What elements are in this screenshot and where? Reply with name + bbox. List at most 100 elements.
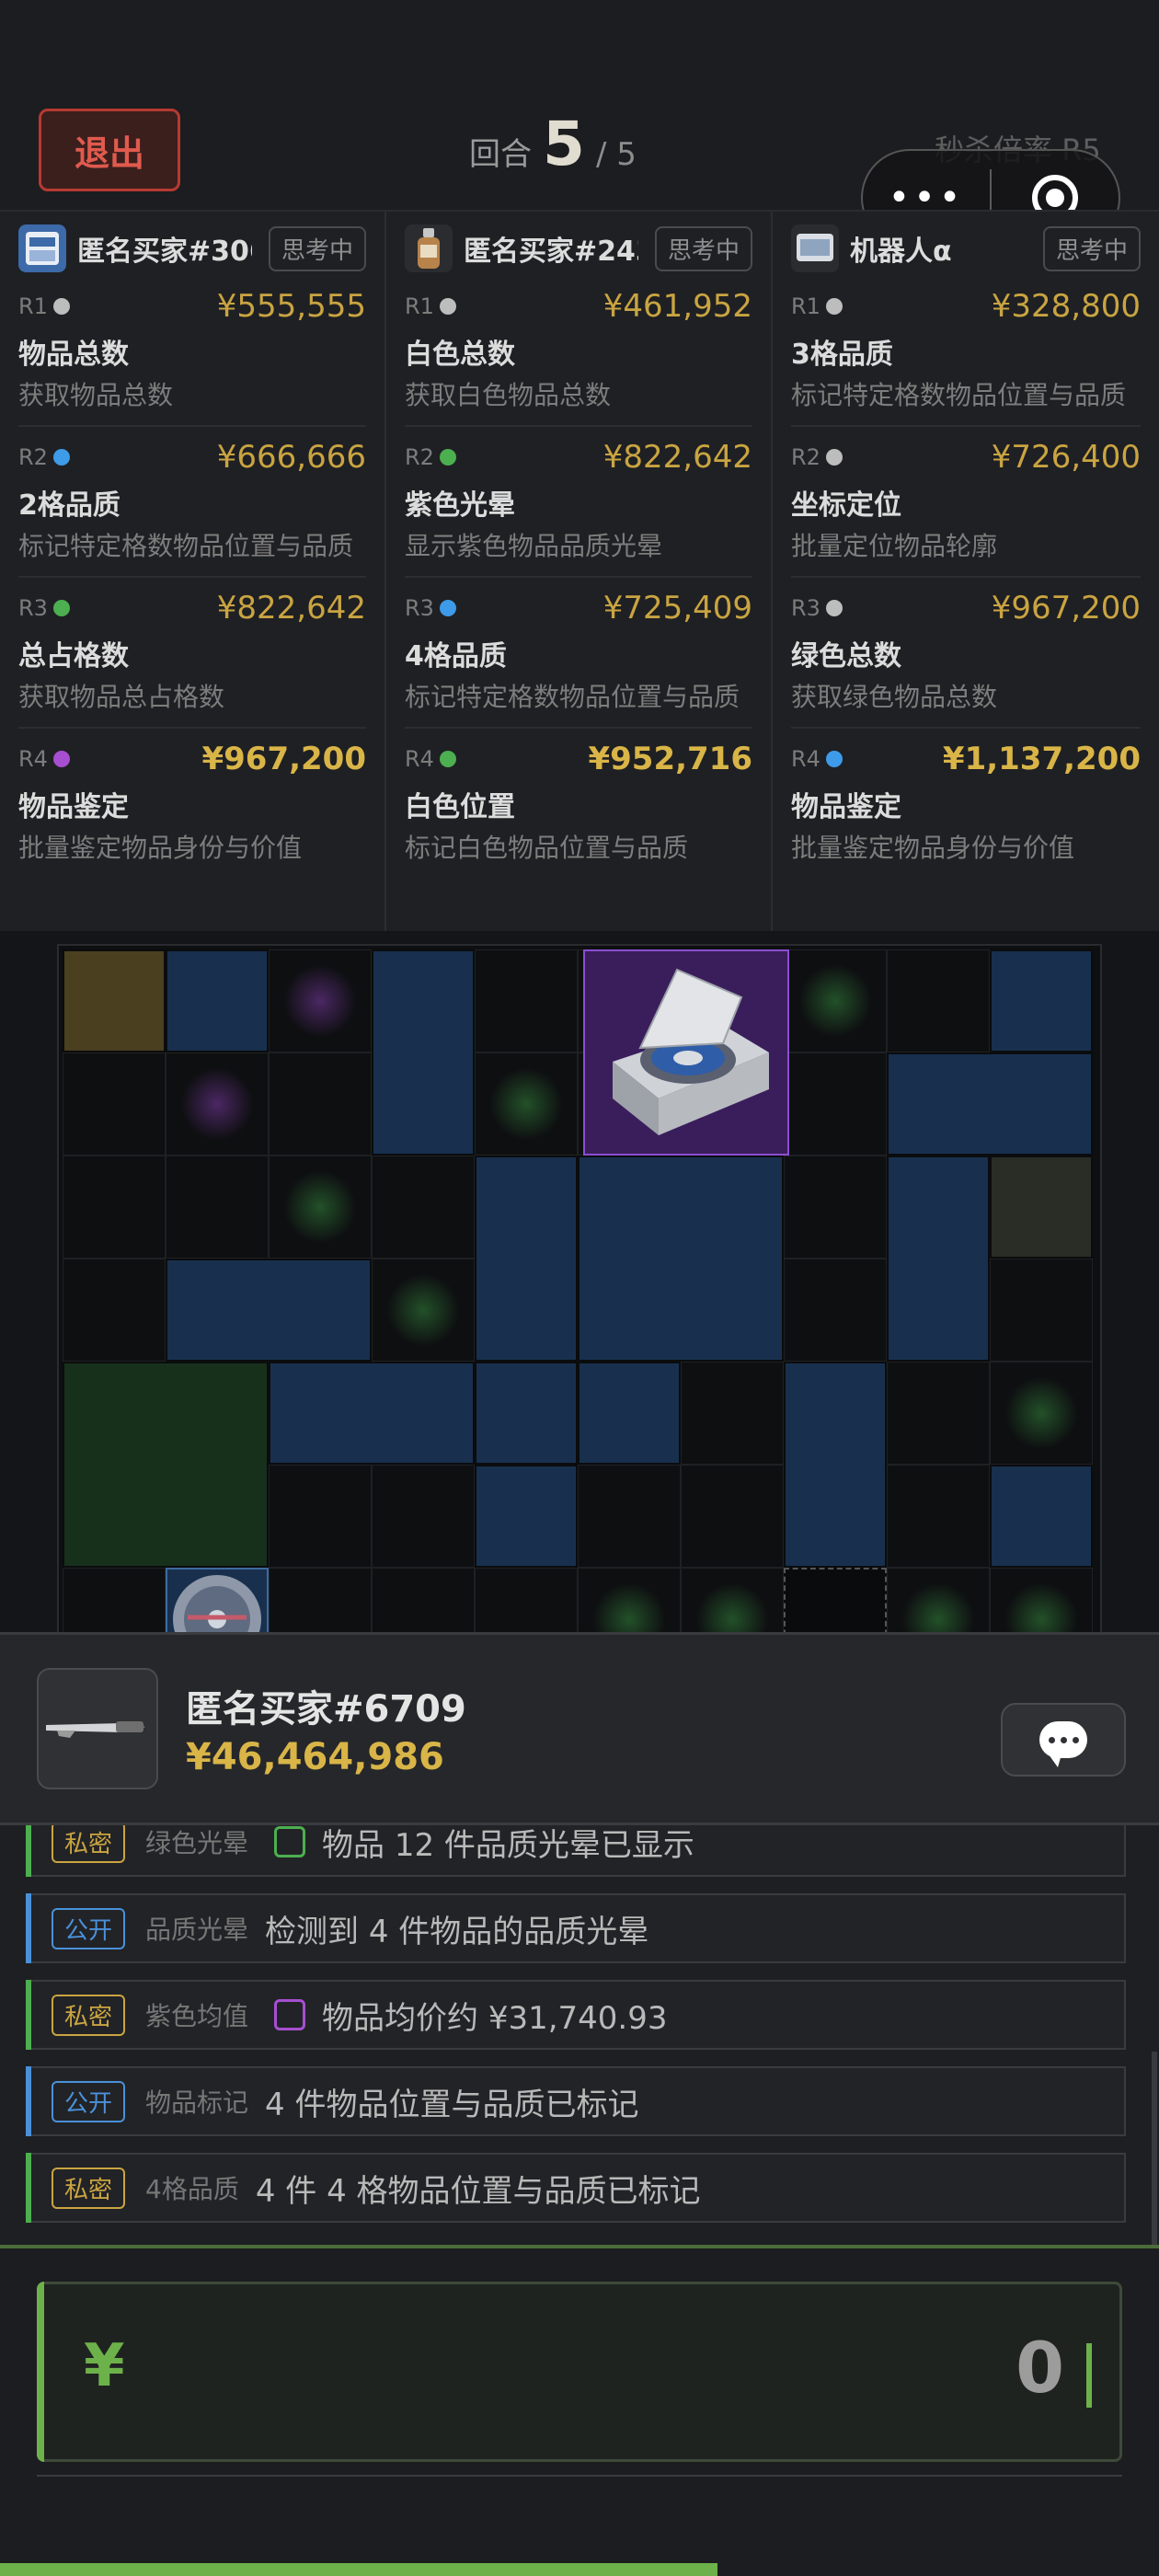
grid-cell[interactable] [63,1156,166,1259]
log-entry-bar [26,2153,31,2223]
grid-item-blue[interactable] [578,1362,681,1465]
clue-item[interactable]: R2 ¥822,642 紫色光晕 显示紫色物品品质光晕 [405,427,752,578]
clue-title: 2格品质 [18,489,120,522]
log-type: 绿色光晕 [145,1828,249,1858]
storage-grid[interactable] [57,944,1102,1632]
grid-cell[interactable] [63,1568,166,1632]
grid-item-blue[interactable] [372,949,475,1156]
log-text: 物品 12 件品质光晕已显示 [322,1826,694,1864]
grid-item-blue[interactable] [475,1156,578,1362]
clue-item[interactable]: R3 ¥822,642 总占格数 获取物品总占格数 [18,578,366,729]
grid-item-empty-dashed[interactable] [784,1568,887,1632]
buyer-avatar-icon [18,224,66,272]
log-type: 物品标记 [145,2087,249,2118]
clue-rank: R4 [791,746,820,772]
player-avatar [37,1668,158,1789]
grid-item-blue[interactable] [475,1362,578,1465]
clue-rank: R4 [405,746,434,772]
grid-cell[interactable] [784,1259,887,1362]
clue-item[interactable]: R1 ¥328,800 3格品质 标记特定格数物品位置与品质 [791,276,1141,427]
log-scrollbar[interactable] [1152,2052,1157,2245]
grid-cell[interactable] [887,1465,990,1568]
clue-desc: 标记特定格数物品位置与品质 [18,531,354,561]
clue-desc: 获取绿色物品总数 [791,682,998,712]
grid-item-blue[interactable] [166,1259,372,1362]
grid-item-blue[interactable] [887,1052,1093,1156]
grid-cell[interactable] [990,1259,1093,1362]
grid-cell[interactable] [681,1465,784,1568]
grid-cell[interactable] [887,949,990,1052]
log-entry-bar [26,1893,31,1963]
disc-item-icon[interactable] [169,1571,265,1632]
clue-item[interactable]: R3 ¥725,409 4格品质 标记特定格数物品位置与品质 [405,578,752,729]
text-caret [1086,2343,1092,2408]
clue-desc: 获取物品总数 [18,380,174,410]
grid-item-blue[interactable] [269,1362,475,1465]
clue-title: 物品鉴定 [18,791,129,823]
log-text: 物品均价约 ¥31,740.93 [322,1999,668,2037]
clue-item[interactable]: R1 ¥555,555 物品总数 获取物品总数 [18,276,366,427]
clue-dot [53,449,70,466]
clue-title: 3格品质 [791,339,893,371]
grid-cell[interactable] [475,949,578,1052]
event-log[interactable]: 私密 绿色光晕 物品 12 件品质光晕已显示 公开 品质光晕 检测到 4 件物品… [0,1825,1159,2245]
clue-title: 白色总数 [405,339,515,371]
grid-item-olive[interactable] [990,1156,1093,1259]
top-bar: 退出 回合 5 / 5 秒杀倍率 R5 ••• [0,0,1159,247]
buyer-columns: 匿名买家#306 思考中 R1 ¥555,555 物品总数 获取物品总数 R2 ¥6… [0,210,1159,933]
grid-cell[interactable] [372,1156,475,1259]
log-tag: 私密 [52,1825,126,1863]
clue-price: ¥822,642 [216,590,366,627]
grid-cell[interactable] [269,1465,372,1568]
grid-cell[interactable] [63,1052,166,1156]
green-glow [386,1273,460,1347]
clue-item[interactable]: R4 ¥1,137,200 物品鉴定 批量鉴定物品身份与价值 [791,729,1141,878]
grid-item-blue[interactable] [475,1465,578,1568]
grid-cell[interactable] [269,1568,372,1632]
grid-item-green[interactable] [63,1362,269,1568]
grid-cell[interactable] [578,1465,681,1568]
grid-item-gold[interactable] [63,949,166,1052]
clue-desc: 获取白色物品总数 [405,380,612,410]
grid-cell[interactable] [269,1052,372,1156]
clue-rank: R3 [791,595,820,621]
log-tag: 私密 [52,1994,126,2036]
clue-desc: 批量鉴定物品身份与价值 [791,833,1075,863]
grid-cell[interactable] [372,1465,475,1568]
grid-cell[interactable] [166,1156,269,1259]
clue-item[interactable]: R3 ¥967,200 绿色总数 获取绿色物品总数 [791,578,1141,729]
grid-cell[interactable] [372,1568,475,1632]
clue-rank: R2 [18,444,48,470]
grid-item-blue[interactable] [887,1156,990,1362]
bid-input[interactable]: ¥ 0 [37,2282,1122,2462]
buyer-name: 匿名买家#243 [464,236,638,268]
grid-item-blue[interactable] [166,949,269,1052]
grid-item-blue[interactable] [990,1465,1093,1568]
grid-cell[interactable] [63,1259,166,1362]
grid-item-blue[interactable] [578,1156,784,1362]
round-indicator: 回合 5 / 5 [469,109,637,191]
clue-item[interactable]: R2 ¥726,400 坐标定位 批量定位物品轮廓 [791,427,1141,578]
clue-rank: R1 [791,293,820,319]
buyer-avatar-icon [791,224,839,272]
grid-cell[interactable] [681,1362,784,1465]
clue-desc: 批量定位物品轮廓 [791,531,998,561]
grid-cell[interactable] [784,1156,887,1259]
grid-item-blue[interactable] [784,1362,887,1568]
grid-cell[interactable] [887,1362,990,1465]
clue-item[interactable]: R4 ¥967,200 物品鉴定 批量鉴定物品身份与价值 [18,729,366,878]
grid-item-blue[interactable] [990,949,1093,1052]
centrifuge-item[interactable] [583,949,789,1156]
clue-item[interactable]: R4 ¥952,716 白色位置 标记白色物品位置与品质 [405,729,752,878]
clue-price: ¥725,409 [602,590,752,627]
grid-cell[interactable] [784,1052,887,1156]
exit-button[interactable]: 退出 [39,109,180,191]
chat-button[interactable] [1001,1703,1126,1777]
clue-item[interactable]: R2 ¥666,666 2格品质 标记特定格数物品位置与品质 [18,427,366,578]
clue-item[interactable]: R1 ¥461,952 白色总数 获取白色物品总数 [405,276,752,427]
round-label: 回合 [469,136,532,173]
green-glow [489,1067,563,1141]
grid-cell[interactable] [475,1568,578,1632]
bid-area: ¥ 0 [0,2245,1159,2576]
clue-price: ¥666,666 [216,439,366,476]
